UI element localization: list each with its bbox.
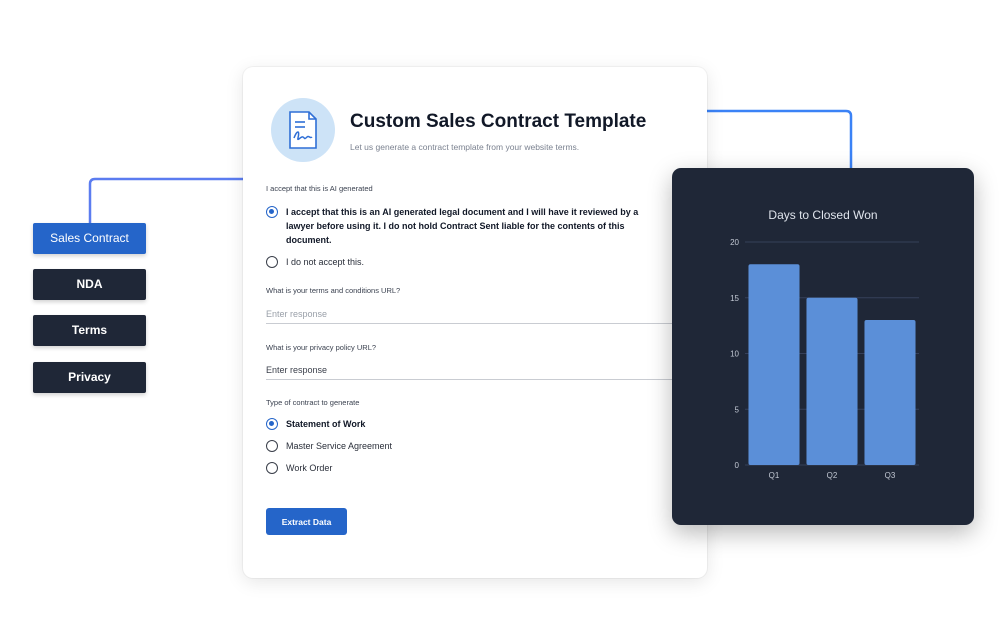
y-tick-label: 5 xyxy=(735,405,740,414)
nav-item-terms[interactable]: Terms xyxy=(33,315,146,346)
form-subtitle: Let us generate a contract template from… xyxy=(350,142,580,152)
bar-q3[interactable] xyxy=(864,320,916,465)
contract-form-card: Custom Sales Contract Template Let us ge… xyxy=(243,67,707,578)
radio-label-master-service-agreement: Master Service Agreement xyxy=(286,441,393,451)
radio-button-work-order[interactable] xyxy=(266,462,278,474)
radio-option-statement-of-work[interactable]: Statement of Work xyxy=(266,418,365,431)
privacy-url-question-label: What is your privacy policy URL? xyxy=(266,343,377,352)
y-tick-label: 0 xyxy=(735,461,740,470)
radio-label-accept: I accept that this is an AI generated le… xyxy=(286,207,639,245)
form-title: Custom Sales Contract Template xyxy=(350,111,647,132)
x-tick-label: Q1 xyxy=(769,471,780,480)
terms-url-question-label: What is your terms and conditions URL? xyxy=(266,286,401,295)
radio-option-decline[interactable]: I do not accept this. xyxy=(266,256,364,269)
nav-item-sales-contract[interactable]: Sales Contract xyxy=(33,223,146,254)
y-tick-label: 10 xyxy=(730,350,739,359)
x-tick-label: Q3 xyxy=(885,471,896,480)
x-tick-label: Q2 xyxy=(827,471,838,480)
radio-button-decline[interactable] xyxy=(266,256,278,268)
terms-url-input[interactable] xyxy=(266,305,696,324)
ai-acceptance-question-label: I accept that this is AI generated xyxy=(266,184,373,193)
extract-data-button[interactable]: Extract Data xyxy=(266,508,347,535)
radio-button-master-service-agreement[interactable] xyxy=(266,440,278,452)
radio-label-work-order: Work Order xyxy=(286,463,333,473)
radio-button-accept[interactable] xyxy=(266,206,278,218)
document-signature-icon xyxy=(271,98,335,162)
radio-option-work-order[interactable]: Work Order xyxy=(266,462,332,475)
radio-option-accept[interactable]: I accept that this is an AI generated le… xyxy=(266,206,666,247)
radio-button-statement-of-work[interactable] xyxy=(266,418,278,430)
radio-label-statement-of-work: Statement of Work xyxy=(286,419,366,429)
bar-q2[interactable] xyxy=(806,297,858,465)
y-tick-label: 15 xyxy=(730,294,739,303)
privacy-url-input[interactable] xyxy=(266,361,696,380)
nav-item-privacy[interactable]: Privacy xyxy=(33,362,146,393)
contract-type-question-label: Type of contract to generate xyxy=(266,398,360,407)
chart-card: Days to Closed Won 0 5 10 15 20 Q1 Q2 Q3 xyxy=(672,168,974,525)
bar-chart: 0 5 10 15 20 Q1 Q2 Q3 xyxy=(730,238,919,480)
radio-option-master-service-agreement[interactable]: Master Service Agreement xyxy=(266,440,392,453)
y-tick-label: 20 xyxy=(730,238,739,247)
bar-q1[interactable] xyxy=(748,264,800,465)
nav-item-nda[interactable]: NDA xyxy=(33,269,146,300)
radio-label-decline: I do not accept this. xyxy=(286,257,365,267)
